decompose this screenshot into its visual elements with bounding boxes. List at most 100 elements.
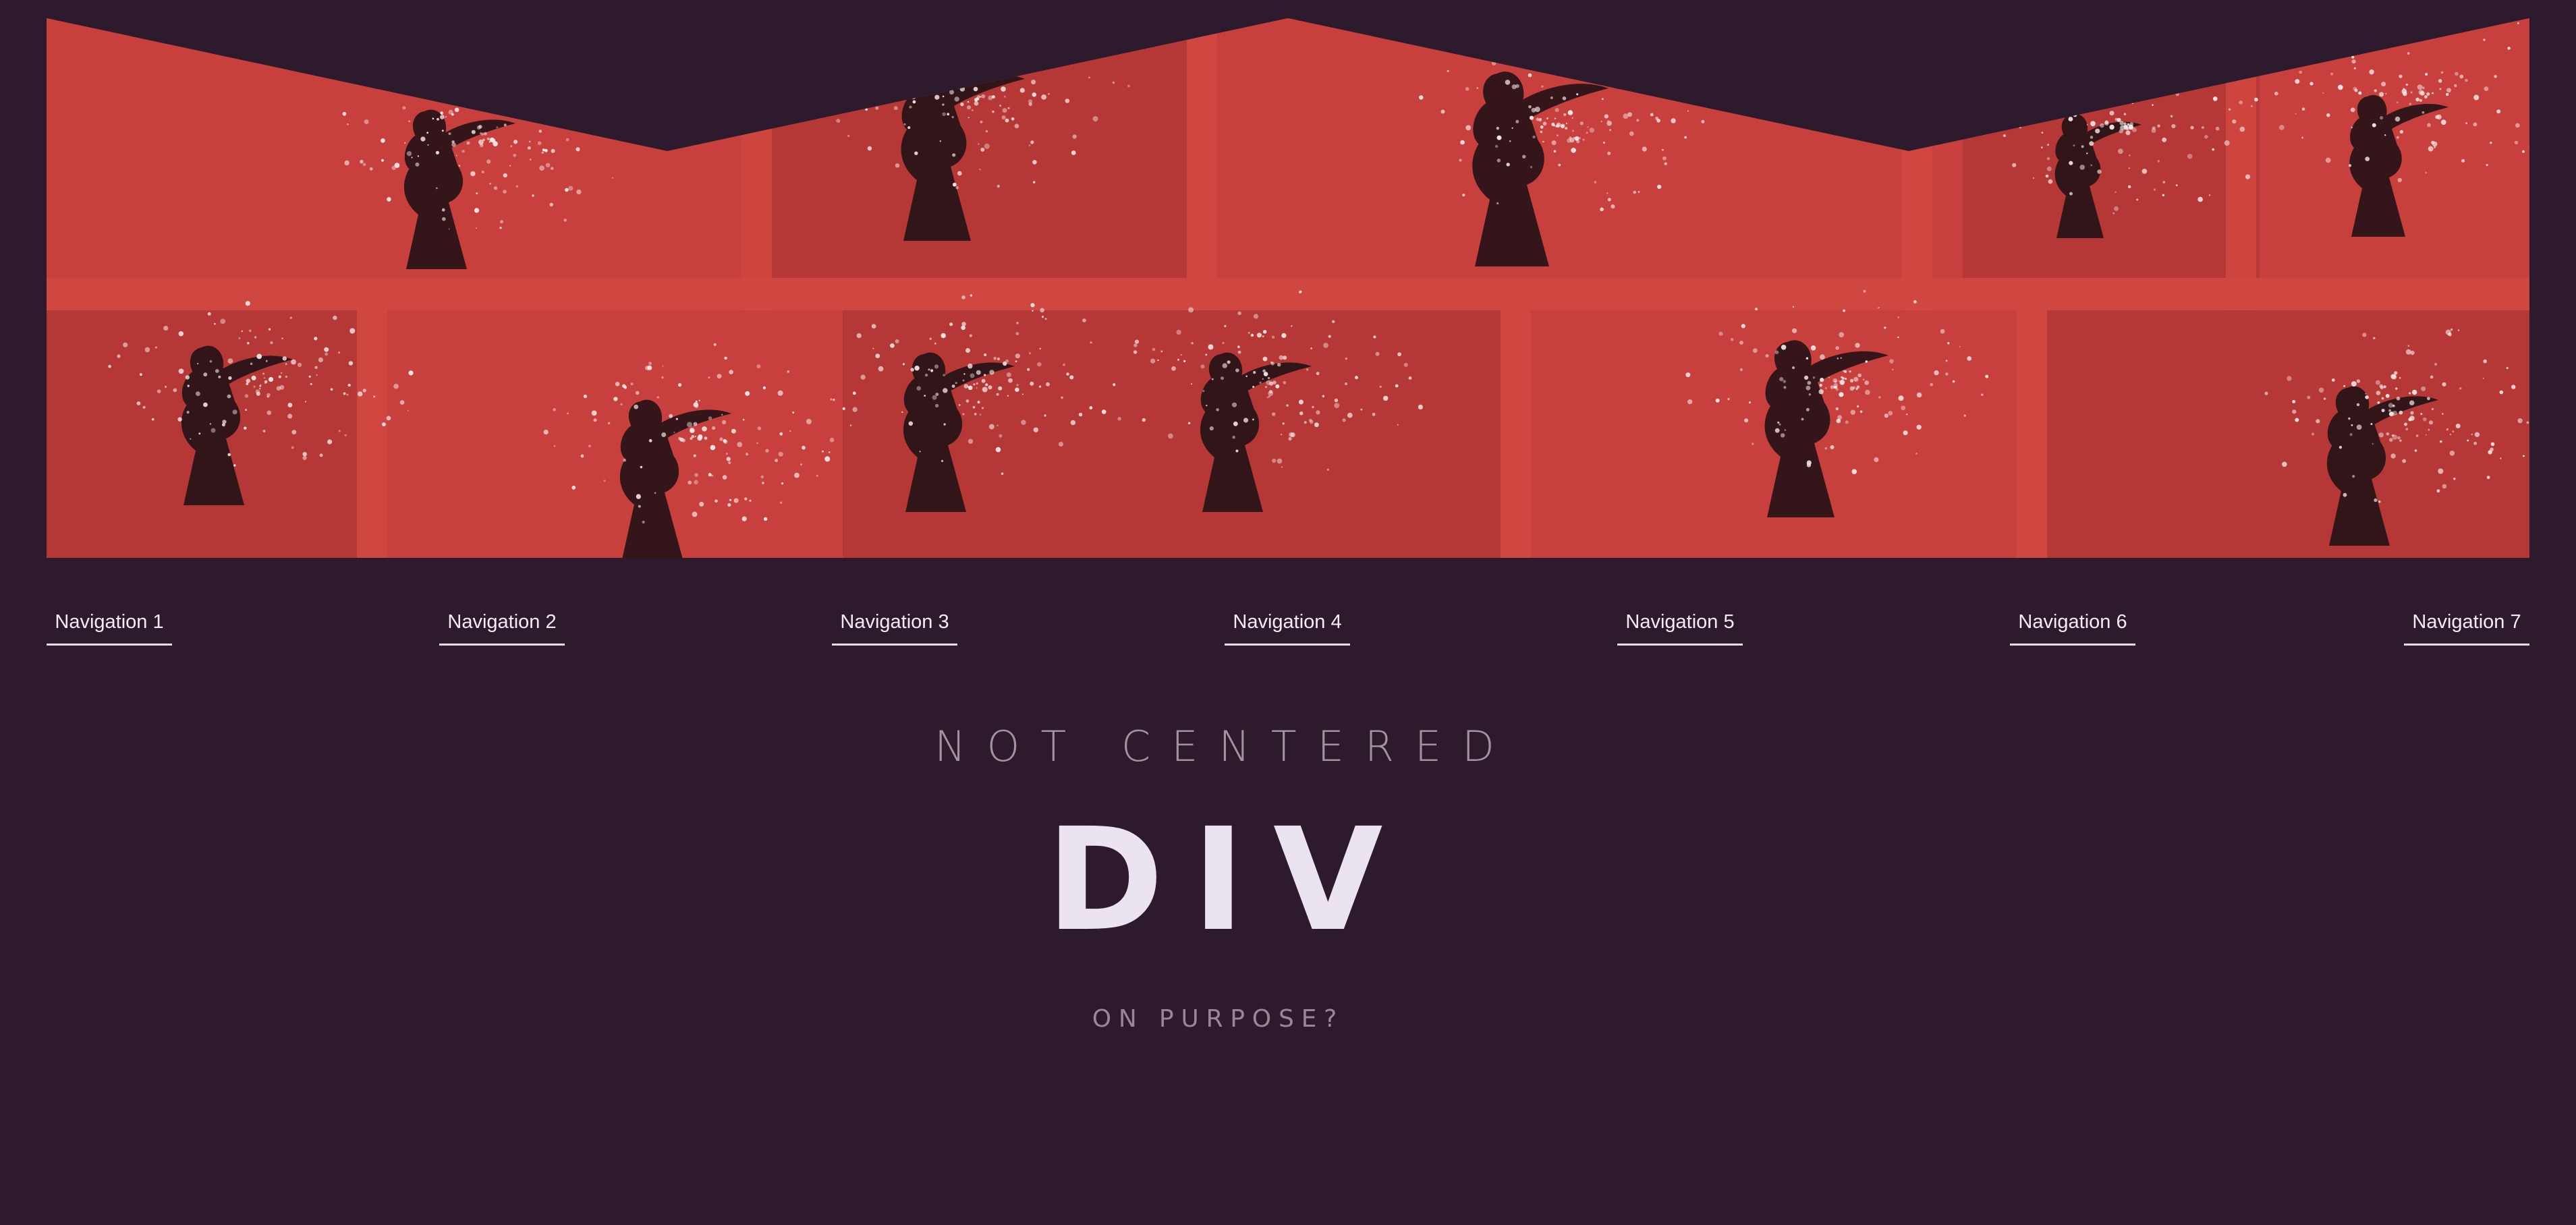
particle-speck bbox=[2467, 439, 2469, 442]
particle-speck bbox=[1014, 123, 1019, 129]
particle-speck bbox=[1550, 96, 1553, 99]
particle-speck bbox=[2461, 159, 2465, 163]
particle-speck bbox=[662, 365, 664, 367]
particle-speck bbox=[543, 430, 549, 435]
nav-item-7[interactable]: Navigation 7 bbox=[2404, 600, 2529, 646]
nav-item-1[interactable]: Navigation 1 bbox=[47, 600, 172, 646]
particle-speck bbox=[794, 472, 800, 478]
particle-speck bbox=[2365, 395, 2369, 399]
particle-speck bbox=[2385, 394, 2390, 398]
particle-speck bbox=[1272, 412, 1276, 416]
particle-speck bbox=[2522, 150, 2525, 153]
particle-speck bbox=[2405, 24, 2410, 28]
banner-tile bbox=[47, 18, 741, 278]
particle-speck bbox=[2041, 146, 2043, 148]
particle-speck bbox=[1730, 338, 1734, 341]
particle-speck bbox=[988, 424, 995, 430]
particle-speck bbox=[995, 447, 1001, 453]
particle-speck bbox=[852, 407, 858, 412]
particle-speck bbox=[2494, 75, 2497, 78]
nav-item-2[interactable]: Navigation 2 bbox=[439, 600, 565, 646]
nav-item-3[interactable]: Navigation 3 bbox=[832, 600, 957, 646]
particle-speck bbox=[648, 438, 652, 443]
nav-item-4[interactable]: Navigation 4 bbox=[1225, 600, 1350, 646]
particle-speck bbox=[1496, 135, 1502, 140]
particle-speck bbox=[1830, 445, 1835, 449]
particle-speck bbox=[209, 423, 212, 425]
particle-speck bbox=[513, 153, 517, 157]
particle-speck bbox=[2388, 403, 2393, 408]
particle-speck bbox=[1509, 140, 1511, 142]
particle-speck bbox=[280, 372, 283, 374]
particle-speck bbox=[1304, 421, 1307, 424]
particle-speck bbox=[1857, 373, 1861, 378]
particle-speck bbox=[451, 142, 456, 147]
particle-speck bbox=[454, 107, 459, 113]
particle-speck bbox=[733, 498, 739, 503]
particle-speck bbox=[916, 386, 921, 391]
particle-speck bbox=[1082, 318, 1086, 322]
particle-speck bbox=[2410, 411, 2414, 415]
particle-speck bbox=[2287, 376, 2292, 381]
particle-speck bbox=[2339, 445, 2343, 449]
particle-speck bbox=[1491, 61, 1496, 65]
particle-speck bbox=[952, 153, 956, 157]
particle-speck bbox=[849, 424, 852, 426]
particle-speck bbox=[285, 375, 287, 378]
particle-speck bbox=[2136, 198, 2139, 201]
particle-speck bbox=[1774, 428, 1780, 433]
particle-speck bbox=[1202, 390, 1205, 393]
particle-speck bbox=[950, 80, 955, 86]
particle-speck bbox=[2104, 121, 2109, 125]
particle-speck bbox=[381, 138, 385, 143]
nav-item-5[interactable]: Navigation 5 bbox=[1617, 600, 1743, 646]
particle-speck bbox=[2428, 428, 2430, 431]
particle-speck bbox=[157, 389, 161, 393]
particle-speck bbox=[227, 358, 233, 364]
particle-speck bbox=[2523, 455, 2525, 457]
particle-speck bbox=[2440, 119, 2446, 125]
particle-speck bbox=[988, 385, 992, 390]
particle-speck bbox=[165, 385, 167, 388]
particle-speck bbox=[2457, 329, 2460, 331]
particle-speck bbox=[816, 474, 818, 477]
particle-speck bbox=[1250, 333, 1254, 337]
particle-speck bbox=[959, 86, 965, 92]
particle-speck bbox=[2350, 107, 2355, 113]
particle-speck bbox=[2399, 410, 2403, 415]
particle-speck bbox=[2153, 188, 2156, 191]
particle-speck bbox=[2407, 345, 2409, 347]
particle-speck bbox=[945, 18, 949, 22]
particle-speck bbox=[1205, 353, 1208, 356]
particle-speck bbox=[1863, 289, 1866, 293]
particle-speck bbox=[1031, 80, 1036, 85]
particle-speck bbox=[1687, 110, 1689, 112]
particle-speck bbox=[318, 357, 323, 363]
particle-speck bbox=[1604, 114, 1608, 119]
particle-speck bbox=[1903, 430, 1908, 436]
particle-speck bbox=[1253, 314, 1259, 319]
particle-speck bbox=[197, 363, 199, 365]
particle-speck bbox=[2450, 328, 2453, 331]
particle-speck bbox=[2500, 457, 2502, 459]
particle-speck bbox=[2123, 113, 2127, 115]
particle-speck bbox=[2239, 101, 2243, 105]
particle-speck bbox=[1718, 331, 1723, 336]
particle-speck bbox=[1048, 93, 1050, 95]
particle-speck bbox=[2097, 169, 2102, 174]
particle-speck bbox=[1005, 118, 1009, 123]
particle-speck bbox=[399, 400, 405, 405]
particle-speck bbox=[1208, 344, 1214, 350]
particle-speck bbox=[871, 64, 876, 70]
particle-speck bbox=[2343, 492, 2347, 497]
particle-speck bbox=[1551, 122, 1555, 126]
particle-speck bbox=[1245, 375, 1248, 377]
nav-item-6[interactable]: Navigation 6 bbox=[2010, 600, 2135, 646]
particle-speck bbox=[1209, 426, 1214, 431]
particle-speck bbox=[871, 324, 876, 329]
particle-speck bbox=[1177, 358, 1179, 361]
particle-speck bbox=[2369, 69, 2374, 75]
particle-speck bbox=[847, 135, 850, 137]
particle-speck bbox=[1004, 95, 1006, 98]
particle-speck bbox=[2381, 397, 2384, 400]
